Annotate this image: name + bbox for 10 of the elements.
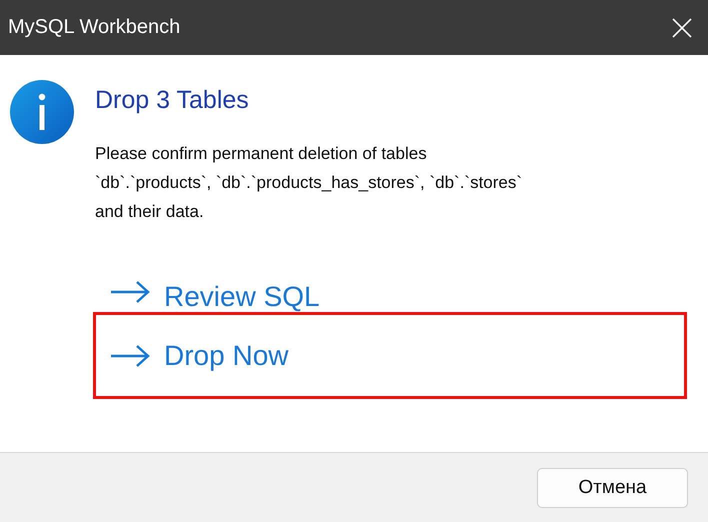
window-title: MySQL Workbench	[8, 16, 180, 39]
close-icon[interactable]	[672, 18, 692, 38]
option-link[interactable]: Review SQL	[164, 281, 320, 313]
option-link[interactable]: Drop Now	[164, 340, 288, 372]
info-icon	[10, 80, 74, 144]
cancel-button[interactable]: Отмена	[537, 468, 688, 508]
arrow-icon	[110, 281, 150, 303]
confirmation-message: Please confirm permanent deletion of tables `db`.`products`, `db`.`products_has_stores`, `db`.`stores` and their data.	[95, 143, 522, 223]
dialog-heading: Drop 3 Tables	[95, 86, 250, 115]
arrow-icon	[110, 344, 150, 366]
